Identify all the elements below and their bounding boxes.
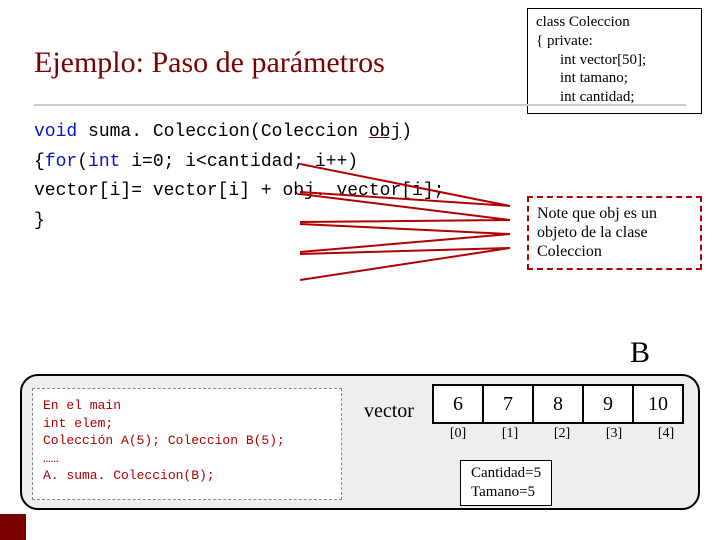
keyword-void: void xyxy=(34,122,77,142)
vector-cell: 7 xyxy=(483,385,533,423)
code-line: void suma. Coleccion(Coleccion obj) xyxy=(34,118,444,148)
vector-cell: 8 xyxy=(533,385,583,423)
vector-index: [4] xyxy=(640,426,692,442)
slide-title: Ejemplo: Paso de parámetros xyxy=(34,46,385,80)
param-obj: obj xyxy=(369,122,401,142)
object-panel: En el main int elem; Colección A(5); Col… xyxy=(20,374,700,510)
class-line: int vector[50]; xyxy=(536,51,693,70)
keyword-int: int xyxy=(88,152,120,172)
code-line: {for(int i=0; i<cantidad; i++) xyxy=(34,148,444,178)
vector-cell: 9 xyxy=(583,385,633,423)
keyword-for: for xyxy=(45,152,77,172)
title-underline xyxy=(34,104,686,106)
class-line: { private: xyxy=(536,32,693,51)
vector-index: [2] xyxy=(536,426,588,442)
code-text: ( xyxy=(77,152,88,172)
class-line: int tamano; xyxy=(536,69,693,88)
code-text: i=0; i<cantidad; i++) xyxy=(120,152,358,172)
corner-accent xyxy=(0,514,26,540)
vector-table: 6 7 8 9 10 xyxy=(432,384,684,424)
code-line: vector[i]= vector[i] + obj. vector[i]; xyxy=(34,177,444,207)
cantidad-line: Cantidad=5 xyxy=(471,464,541,483)
cantidad-tamano-box: Cantidad=5 Tamano=5 xyxy=(460,460,552,506)
note-box: Note que obj es un objeto de la clase Co… xyxy=(527,196,702,270)
vector-label: vector xyxy=(364,400,414,423)
label-b: B xyxy=(630,336,650,370)
code-block: void suma. Coleccion(Coleccion obj) {for… xyxy=(34,118,444,237)
vector-index: [1] xyxy=(484,426,536,442)
code-text: suma. Coleccion(Coleccion xyxy=(77,122,369,142)
main-code-box: En el main int elem; Colección A(5); Col… xyxy=(32,388,342,500)
vector-cell: 10 xyxy=(633,385,683,423)
code-text: ) xyxy=(401,122,412,142)
tamano-line: Tamano=5 xyxy=(471,483,541,502)
class-line: class Coleccion xyxy=(536,13,693,32)
vector-cell: 6 xyxy=(433,385,483,423)
code-text: { xyxy=(34,152,45,172)
vector-index: [0] xyxy=(432,426,484,442)
vector-indices: [0] [1] [2] [3] [4] xyxy=(432,426,692,442)
class-definition-box: class Coleccion { private: int vector[50… xyxy=(527,8,702,114)
code-line: } xyxy=(34,207,444,237)
vector-index: [3] xyxy=(588,426,640,442)
